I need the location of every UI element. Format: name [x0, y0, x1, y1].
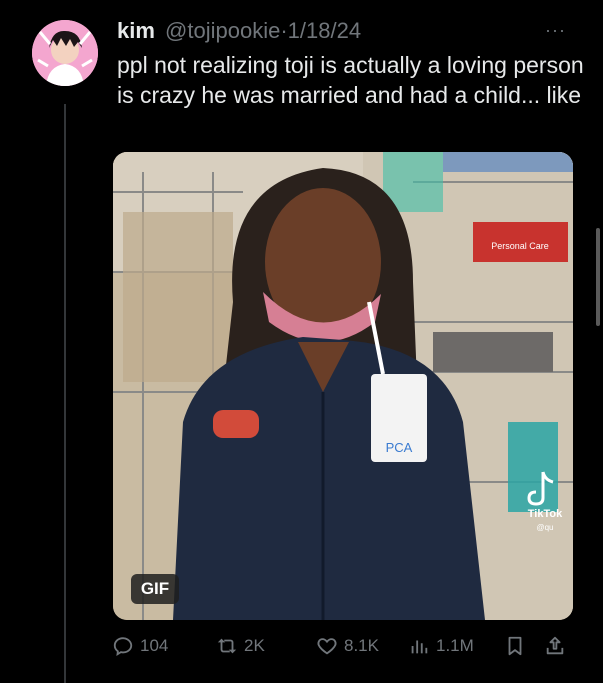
bookmark-icon: [508, 636, 522, 656]
aisle-sign: Personal Care: [491, 241, 549, 251]
avatar[interactable]: [32, 20, 98, 86]
reply-icon: [113, 637, 133, 657]
views-button[interactable]: 1.1M: [408, 628, 474, 664]
bookmark-button[interactable]: [504, 628, 532, 664]
tweet-media-gif[interactable]: PCA Personal Care TikTok @qu: [113, 152, 573, 620]
heart-icon: [317, 638, 337, 655]
repost-icon: [217, 638, 237, 654]
share-button[interactable]: [544, 628, 572, 664]
tiktok-username: @qu: [536, 523, 553, 532]
action-bar: 104 2K 8.1K 1.1M: [112, 628, 582, 664]
thread-line: [64, 104, 66, 683]
gif-badge[interactable]: GIF: [131, 574, 179, 604]
share-icon: [546, 636, 564, 655]
separator-dot: ·: [280, 18, 288, 43]
repost-button[interactable]: 2K: [216, 628, 265, 664]
author-handle[interactable]: @tojipookie: [165, 18, 280, 43]
tweet-text: ppl not realizing toji is actually a lov…: [117, 52, 584, 108]
reply-button[interactable]: 104: [112, 628, 168, 664]
avatar-image: [32, 20, 98, 86]
like-count: 8.1K: [344, 636, 379, 655]
scrollbar[interactable]: [596, 228, 600, 326]
view-count: 1.1M: [436, 636, 474, 655]
views-icon: [411, 640, 428, 654]
gif-frame: PCA Personal Care TikTok @qu: [113, 152, 573, 620]
tweet-date[interactable]: 1/18/24: [288, 18, 361, 43]
like-button[interactable]: 8.1K: [316, 628, 379, 664]
more-options-icon[interactable]: ···: [545, 21, 566, 39]
tiktok-watermark: TikTok: [528, 508, 563, 520]
repost-count: 2K: [244, 636, 265, 655]
reply-count: 104: [140, 636, 169, 655]
badge-label: PCA: [386, 440, 413, 455]
author-name[interactable]: kim: [117, 18, 155, 43]
tweet-header: kim @tojipookie·1/18/24: [117, 16, 361, 46]
